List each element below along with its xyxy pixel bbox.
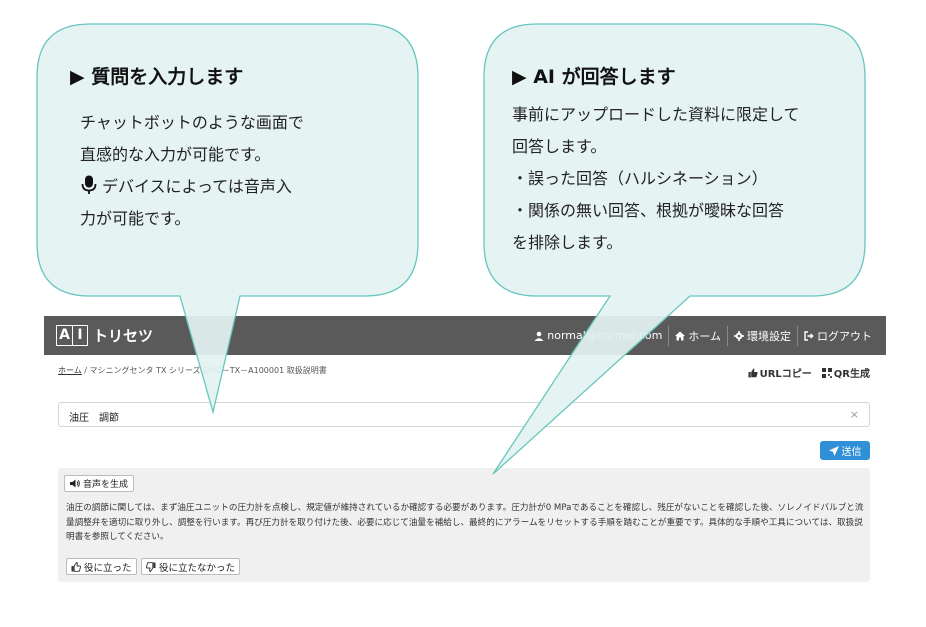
- qr-generate-button[interactable]: QR生成: [821, 365, 870, 380]
- callout-left-line: デバイスによっては音声入: [102, 177, 292, 196]
- nav-divider: [797, 325, 798, 346]
- question-input-value: 油圧 調節: [69, 413, 119, 424]
- send-button[interactable]: 送信: [820, 441, 870, 460]
- nav-divider: [668, 325, 670, 346]
- user-email: normal@normal.com: [547, 329, 663, 342]
- logo-mark: A I: [56, 324, 88, 346]
- thumb-icon: [748, 368, 758, 377]
- document-tools: URLコピー QR生成: [748, 365, 870, 380]
- send-icon: [828, 445, 839, 456]
- nav-home-link[interactable]: ホーム: [675, 328, 721, 344]
- callout-right-line: 事前にアップロードした資料に限定して: [512, 105, 800, 124]
- send-label: 送信: [841, 447, 862, 458]
- breadcrumb-current: マシニングセンタ TX シリーズ DMC－TX－A100001 取扱説明書: [89, 366, 327, 375]
- nav-settings-link[interactable]: 環境設定: [734, 328, 791, 344]
- callout-right-line: を排除します。: [512, 233, 623, 252]
- callout-right-line: ・誤った回答（ハルシネーション）: [512, 169, 768, 188]
- qr-icon: [821, 367, 832, 378]
- nav-menu: normal@normal.com ホーム 環境設定 ログアウト: [534, 316, 872, 355]
- not-helpful-button[interactable]: 役に立たなかった: [141, 558, 241, 575]
- callout-left-content: ▶ 質問を入力します チャットボットのような画面で 直感的な入力が可能です。 デ…: [70, 62, 390, 235]
- logo-letter-a: A: [59, 326, 70, 343]
- url-copy-button[interactable]: URLコピー: [748, 365, 812, 380]
- logout-icon: [804, 330, 814, 341]
- helpful-label: 役に立った: [84, 562, 132, 574]
- callout-right-content: ▶ AI が回答します 事前にアップロードした資料に限定して 回答します。 ・誤…: [512, 62, 862, 259]
- callout-left-title: ▶ 質問を入力します: [70, 66, 244, 88]
- callout-right-title: ▶ AI が回答します: [512, 66, 676, 88]
- app-logo[interactable]: A I トリセツ: [56, 324, 153, 346]
- qr-generate-label: QR生成: [833, 369, 870, 380]
- nav-divider: [727, 325, 728, 346]
- callout-left-line-mic: デバイスによっては音声入: [70, 171, 390, 203]
- generate-voice-button[interactable]: 音声を生成: [64, 475, 135, 492]
- nav-home-label: ホーム: [688, 329, 721, 343]
- url-copy-label: URLコピー: [759, 369, 812, 380]
- nav-settings-label: 環境設定: [747, 329, 791, 343]
- answer-panel: 音声を生成 油圧の調節に関しては、まず油圧ユニットの圧力計を点検し、規定値が維持…: [58, 468, 870, 582]
- user-menu[interactable]: normal@normal.com: [534, 329, 662, 342]
- gear-icon: [734, 330, 744, 341]
- callout-left-line: チャットボットのような画面で: [80, 113, 304, 132]
- user-icon: [534, 331, 544, 341]
- clear-input-icon[interactable]: ×: [850, 408, 859, 421]
- breadcrumb: ホーム / マシニングセンタ TX シリーズ DMC－TX－A100001 取扱…: [58, 365, 327, 376]
- thumbs-up-icon: [71, 561, 81, 572]
- question-input[interactable]: 油圧 調節 ×: [58, 402, 870, 427]
- app-name: トリセツ: [93, 326, 154, 345]
- callout-left-line: 力が可能です。: [80, 209, 191, 228]
- thumbs-down-icon: [146, 561, 156, 572]
- nav-logout-link[interactable]: ログアウト: [804, 328, 872, 344]
- not-helpful-label: 役に立たなかった: [159, 562, 236, 574]
- answer-text: 油圧の調節に関しては、まず油圧ユニットの圧力計を点検し、規定値が維持されているか…: [66, 503, 864, 542]
- generate-voice-label: 音声を生成: [83, 480, 129, 490]
- home-icon: [675, 331, 686, 340]
- nav-logout-label: ログアウト: [817, 329, 872, 343]
- top-navbar: A I トリセツ normal@normal.com ホーム 環境設定 ログアウ…: [44, 316, 886, 355]
- breadcrumb-separator: /: [81, 366, 90, 375]
- breadcrumb-home-link[interactable]: ホーム: [58, 366, 82, 375]
- helpful-button[interactable]: 役に立った: [66, 558, 137, 575]
- logo-letter-i: I: [72, 325, 87, 345]
- callout-left-line: 直感的な入力が可能です。: [80, 145, 271, 164]
- callout-right-line: ・関係の無い回答、根拠が曖昧な回答: [512, 201, 785, 220]
- callout-right-line: 回答します。: [512, 137, 607, 156]
- speaker-icon: [70, 479, 80, 488]
- mic-icon: [81, 175, 97, 194]
